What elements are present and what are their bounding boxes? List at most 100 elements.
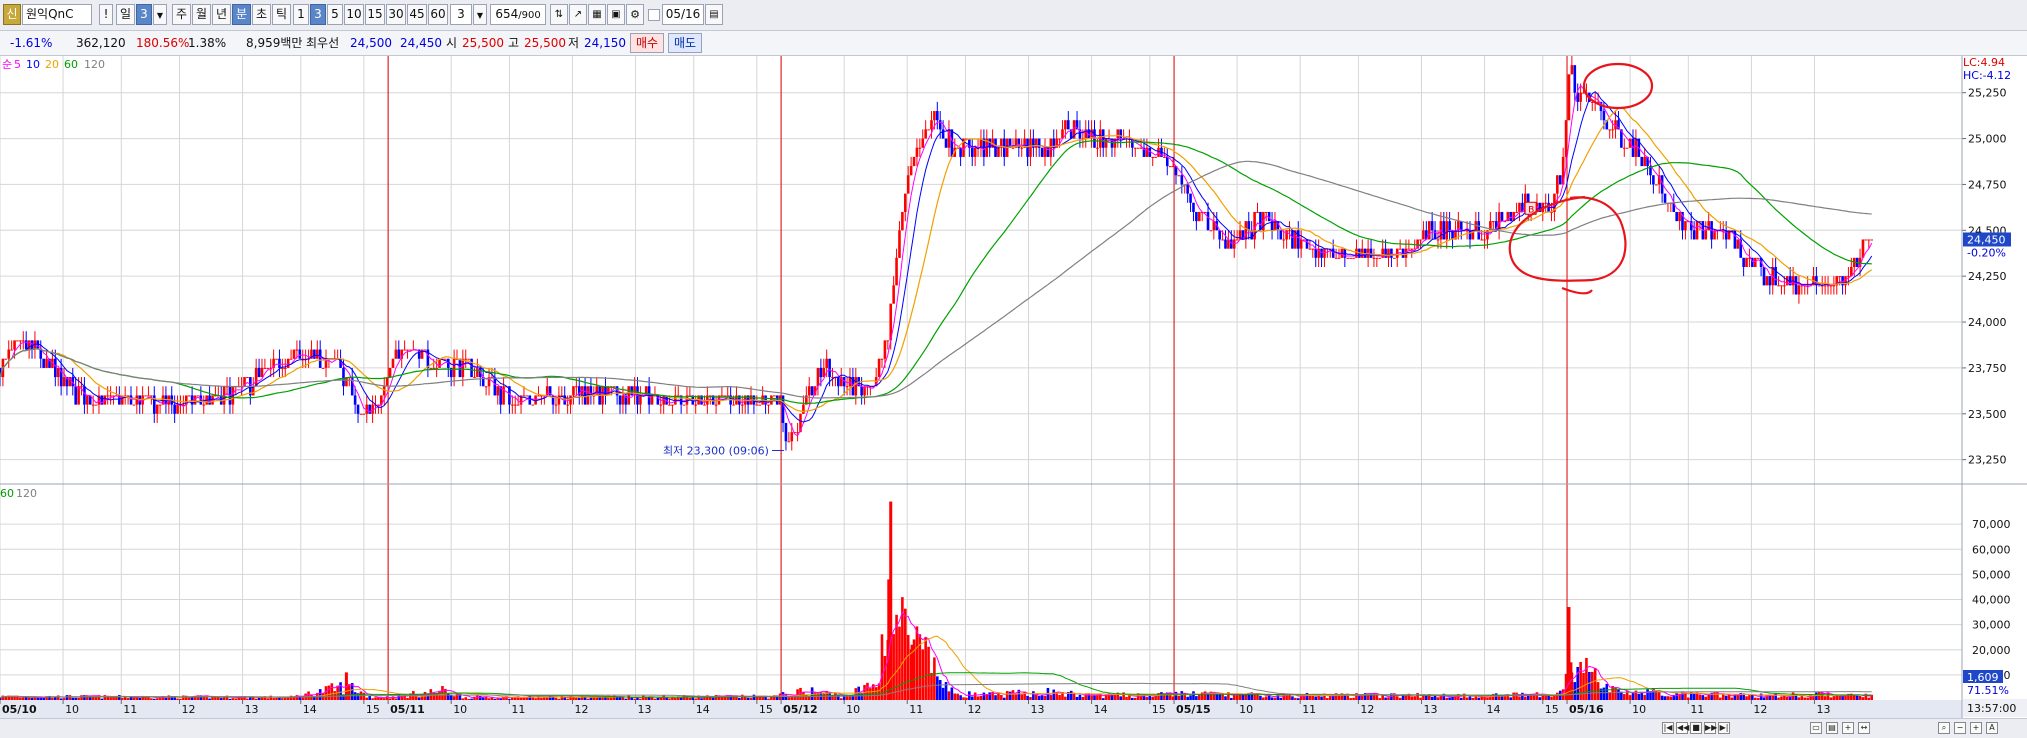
volume-bar <box>1087 693 1090 700</box>
interval-5-button[interactable]: 5 <box>327 4 343 25</box>
buy-button[interactable]: 매수 <box>630 33 664 53</box>
volume-bar <box>1072 693 1076 700</box>
calendar-icon[interactable]: ▤ <box>705 4 723 25</box>
interval-15-button[interactable]: 15 <box>365 4 385 25</box>
scroll-stop-icon[interactable]: ■ <box>1690 722 1702 734</box>
bar-count-field[interactable]: 654/900 <box>490 4 546 25</box>
grid-icon[interactable]: ▦ <box>588 4 606 25</box>
period-tick-button[interactable]: 틱 <box>272 4 291 25</box>
volume-bar <box>1745 696 1748 700</box>
interval-45-button[interactable]: 45 <box>407 4 427 25</box>
trend-line-icon[interactable]: ↗ <box>569 4 587 25</box>
zoom-out-icon[interactable]: − <box>1954 722 1966 734</box>
text-tool-icon[interactable]: A <box>1986 722 1998 734</box>
volume-bar <box>100 698 104 700</box>
candle-body <box>767 404 770 406</box>
candle-body <box>16 340 19 342</box>
scroll-prev-icon[interactable]: ◀◀ <box>1676 722 1689 734</box>
candle-body <box>1096 147 1099 149</box>
volume-bar <box>374 697 377 700</box>
candle-body <box>1177 175 1181 177</box>
candle-body <box>74 386 77 405</box>
price-tick-label: 25,250 <box>1968 87 2007 100</box>
volume-bar <box>42 697 45 700</box>
period-minute-button[interactable]: 분 <box>232 4 251 25</box>
candle-body <box>1704 230 1708 240</box>
gear-icon[interactable]: ⚙ <box>626 4 644 25</box>
candle-body <box>755 404 759 406</box>
magnifier-icon[interactable]: ⌕ <box>1938 722 1950 734</box>
period-week-button[interactable]: 주 <box>172 4 191 25</box>
stock-search-button[interactable]: ! <box>99 4 113 25</box>
scroll-bar[interactable]: |◀ ◀◀ ■ ▶▶ ▶| ▭ ▤ + ↔ ⌕ − + A <box>0 718 2027 738</box>
open-label: 시 <box>446 36 458 50</box>
volume-bar <box>950 687 954 700</box>
date-checkbox[interactable] <box>648 9 660 21</box>
period-dropdown-button[interactable]: ▼ <box>153 4 167 25</box>
volume-bar <box>810 687 814 700</box>
candle-body <box>740 404 744 406</box>
volume-bar <box>275 698 278 700</box>
interval-10-button[interactable]: 10 <box>344 4 364 25</box>
candle-body <box>1678 211 1681 222</box>
volume-bar <box>994 695 997 700</box>
candle-body <box>321 367 325 369</box>
candle-body <box>187 395 191 397</box>
period-year-button[interactable]: 년 <box>212 4 231 25</box>
candle-body <box>973 147 977 157</box>
candle-body <box>1410 248 1414 250</box>
volume-bar <box>985 694 989 700</box>
candle-body <box>150 395 153 397</box>
interval-3-button[interactable]: 3 <box>310 4 326 25</box>
interval-30-button[interactable]: 30 <box>386 4 406 25</box>
zoom-in-icon[interactable]: + <box>1970 722 1982 734</box>
period-second-button[interactable]: 초 <box>252 4 271 25</box>
candle-body <box>1393 257 1396 259</box>
volume-bar <box>883 655 887 700</box>
volume-bar <box>633 698 636 700</box>
save-icon[interactable]: ▣ <box>607 4 625 25</box>
period-day-value[interactable]: 3 <box>136 4 152 25</box>
volume-bar <box>1378 698 1382 700</box>
volume-bar <box>604 697 607 700</box>
volume-bar <box>208 698 211 700</box>
scroll-end-icon[interactable]: ▶| <box>1718 722 1730 734</box>
interval-input[interactable]: 3 <box>450 4 472 25</box>
volume-bar <box>1128 695 1131 700</box>
candle-body <box>1692 230 1696 240</box>
candle-body <box>158 404 162 406</box>
pan-icon[interactable]: ↔ <box>1858 722 1870 734</box>
interval-dropdown-button[interactable]: ▼ <box>473 4 487 25</box>
candle-body <box>1838 276 1841 278</box>
candle-body <box>1235 239 1239 241</box>
candle-body <box>886 340 890 342</box>
volume-bar <box>1838 695 1841 700</box>
interval-60-button[interactable]: 60 <box>428 4 448 25</box>
sell-button[interactable]: 매도 <box>668 33 702 53</box>
layout-icon[interactable]: ▤ <box>1826 722 1838 734</box>
time-tick-label: 14 <box>1487 703 1501 716</box>
date-input[interactable]: 05/16 <box>662 4 704 25</box>
interval-1-button[interactable]: 1 <box>293 4 309 25</box>
zoom-fit-icon[interactable]: ▭ <box>1810 722 1822 734</box>
crosshair-icon[interactable]: + <box>1842 722 1854 734</box>
stock-name-input[interactable]: 원익QnC <box>22 4 92 25</box>
volume-bar <box>1550 696 1553 700</box>
candle-body <box>1427 221 1431 240</box>
low-label: 저 <box>568 36 580 50</box>
candle-body <box>1011 147 1015 149</box>
candle-body <box>42 358 45 368</box>
volume-bar <box>839 698 843 700</box>
candle-body <box>464 358 468 360</box>
period-month-button[interactable]: 월 <box>192 4 211 25</box>
scroll-next-icon[interactable]: ▶▶ <box>1704 722 1717 734</box>
volume-bar <box>1486 697 1489 700</box>
scroll-start-icon[interactable]: |◀ <box>1662 722 1674 734</box>
volume-bar <box>566 698 569 700</box>
volume-bar <box>936 676 939 700</box>
period-day-button[interactable]: 일 <box>116 4 135 25</box>
volume-bar <box>915 626 919 700</box>
chart-type-icon[interactable]: ⇅ <box>550 4 568 25</box>
volume-bar <box>272 698 275 700</box>
volume-bar <box>1320 696 1323 700</box>
